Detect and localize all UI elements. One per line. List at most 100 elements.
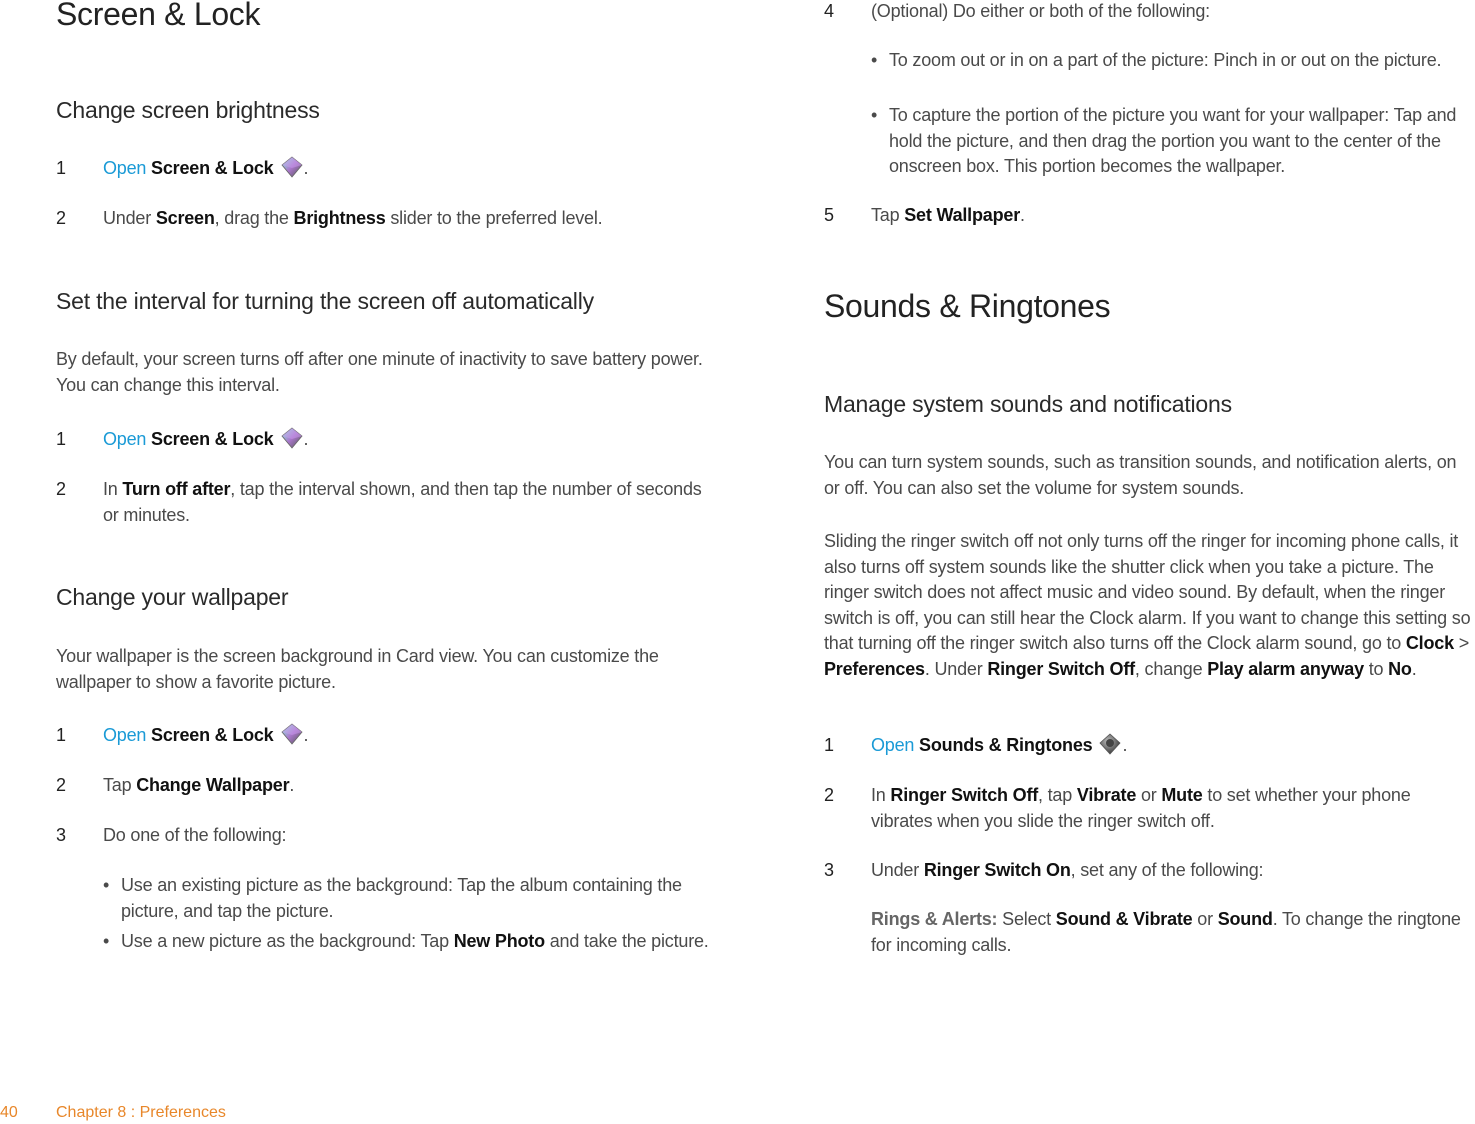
text: Under bbox=[103, 208, 156, 228]
bullet-dot: • bbox=[871, 50, 878, 70]
ui-term: Sound bbox=[1217, 909, 1273, 929]
bullet-dot: • bbox=[871, 105, 878, 125]
ui-term: Vibrate bbox=[1076, 785, 1137, 805]
text: Select bbox=[997, 909, 1056, 929]
text: In bbox=[103, 479, 123, 499]
ui-term: No bbox=[1388, 658, 1412, 679]
step-number: 1 bbox=[56, 725, 66, 745]
open-link[interactable]: Open bbox=[871, 735, 914, 755]
step-item: 2 In Ringer Switch Off, tap Vibrate or M… bbox=[824, 783, 1475, 835]
step-number: 2 bbox=[56, 775, 66, 795]
section-heading: Manage system sounds and notifications bbox=[824, 391, 1232, 417]
app-name: Screen & Lock bbox=[151, 158, 274, 178]
ui-term: Set Wallpaper bbox=[904, 205, 1020, 225]
bullet-text: Use a new picture as the background: Tap… bbox=[121, 929, 716, 955]
text: In bbox=[871, 785, 891, 805]
ringer-paragraph: Sliding the ringer switch off not only t… bbox=[824, 529, 1475, 682]
ui-term: Ringer Switch Off bbox=[890, 785, 1039, 805]
ui-term: Change Wallpaper bbox=[136, 775, 290, 795]
step-text: (Optional) Do either or both of the foll… bbox=[871, 1, 1210, 21]
sounds-ringtones-app-icon bbox=[1099, 733, 1122, 755]
ui-term: Sound & Vibrate bbox=[1055, 909, 1193, 929]
screen-lock-app-icon bbox=[280, 156, 303, 178]
step-number: 2 bbox=[56, 208, 66, 228]
punct: . bbox=[1122, 735, 1128, 755]
step-text: Open Screen & Lock. bbox=[103, 723, 716, 749]
ui-term: Mute bbox=[1161, 785, 1203, 805]
chapter-section-title: Screen & Lock bbox=[56, 0, 261, 32]
punct: . bbox=[303, 158, 309, 178]
ui-term: Preferences bbox=[824, 658, 925, 679]
text: Use a new picture as the background: Tap bbox=[121, 931, 454, 951]
bullet-text: To zoom out or in on a part of the pictu… bbox=[889, 50, 1442, 70]
intro-paragraph: By default, your screen turns off after … bbox=[56, 349, 703, 395]
step-text: Tap Set Wallpaper. bbox=[871, 203, 1475, 229]
ui-term: Brightness bbox=[293, 208, 386, 228]
step-number: 2 bbox=[56, 479, 66, 499]
text: or bbox=[1192, 909, 1218, 929]
app-name: Screen & Lock bbox=[151, 429, 274, 449]
step-text: Do one of the following: bbox=[103, 825, 287, 845]
text: , drag the bbox=[214, 208, 294, 228]
screen-lock-app-icon bbox=[280, 723, 303, 745]
step-number: 1 bbox=[56, 158, 66, 178]
step-text: Under Screen, drag the Brightness slider… bbox=[103, 206, 716, 232]
bullet-dot: • bbox=[103, 931, 110, 951]
step-text: In Turn off after, tap the interval show… bbox=[103, 477, 716, 528]
ui-term: Play alarm anyway bbox=[1207, 658, 1364, 679]
bullet-text: To capture the portion of the picture yo… bbox=[889, 105, 1457, 176]
text: Tap bbox=[103, 775, 137, 795]
text: , tap bbox=[1038, 785, 1077, 805]
text: , set any of the following: bbox=[1070, 860, 1264, 880]
open-link[interactable]: Open bbox=[103, 158, 146, 178]
text: or bbox=[1136, 785, 1162, 805]
app-name: Sounds & Ringtones bbox=[919, 735, 1093, 755]
step-text: Open Screen & Lock. bbox=[103, 156, 716, 182]
intro-paragraph: You can turn system sounds, such as tran… bbox=[824, 452, 1457, 498]
ui-term: Ringer Switch On bbox=[923, 860, 1071, 880]
step-text: Open Screen & Lock. bbox=[103, 427, 716, 453]
section-heading: Set the interval for turning the screen … bbox=[56, 288, 594, 314]
option-label: Rings & Alerts: bbox=[871, 909, 998, 929]
text: > bbox=[1453, 633, 1470, 653]
text: , change bbox=[1134, 658, 1208, 679]
text: slider to the preferred level. bbox=[385, 208, 603, 228]
intro-paragraph: Your wallpaper is the screen background … bbox=[56, 646, 659, 692]
step-number: 4 bbox=[824, 1, 834, 21]
text: . bbox=[1020, 205, 1025, 225]
ui-term: Turn off after bbox=[122, 479, 231, 499]
text: . bbox=[1411, 658, 1417, 679]
chapter-footer: Chapter 8 : Preferences bbox=[56, 1104, 226, 1121]
screen-lock-app-icon bbox=[280, 427, 303, 449]
text: . bbox=[289, 775, 295, 795]
section-heading: Change your wallpaper bbox=[56, 584, 289, 610]
chapter-section-title: Sounds & Ringtones bbox=[824, 288, 1111, 324]
bullet-dot: • bbox=[103, 875, 110, 895]
text: . Under bbox=[924, 658, 988, 679]
step-number: 5 bbox=[824, 205, 834, 225]
section-heading: Change screen brightness bbox=[56, 97, 320, 123]
ui-term: New Photo bbox=[453, 931, 545, 951]
text: and take the picture. bbox=[544, 931, 709, 951]
ui-term: Ringer Switch Off bbox=[987, 658, 1135, 679]
page-number: 40 bbox=[0, 1104, 18, 1121]
step-text: Tap Change Wallpaper. bbox=[103, 773, 716, 799]
step-text: Under Ringer Switch On, set any of the f… bbox=[871, 858, 1475, 884]
punct: . bbox=[303, 725, 309, 745]
text: to bbox=[1363, 658, 1389, 679]
step-number: 3 bbox=[824, 860, 834, 880]
step-number: 1 bbox=[56, 429, 66, 449]
step-text: Open Sounds & Ringtones. bbox=[871, 733, 1475, 759]
step-item: 2 In Turn off after, tap the interval sh… bbox=[56, 477, 716, 529]
step-number: 3 bbox=[56, 825, 66, 845]
text: Sliding the ringer switch off not only t… bbox=[824, 531, 1471, 653]
open-link[interactable]: Open bbox=[103, 725, 146, 745]
step-text: In Ringer Switch Off, tap Vibrate or Mut… bbox=[871, 783, 1475, 834]
open-link[interactable]: Open bbox=[103, 429, 146, 449]
ui-term: Clock bbox=[1405, 633, 1454, 653]
text: Tap bbox=[871, 205, 905, 225]
text: Under bbox=[871, 860, 924, 880]
ui-term: Screen bbox=[155, 208, 215, 228]
sub-option-paragraph: Rings & Alerts: Select Sound & Vibrate o… bbox=[871, 907, 1475, 958]
step-number: 2 bbox=[824, 785, 834, 805]
